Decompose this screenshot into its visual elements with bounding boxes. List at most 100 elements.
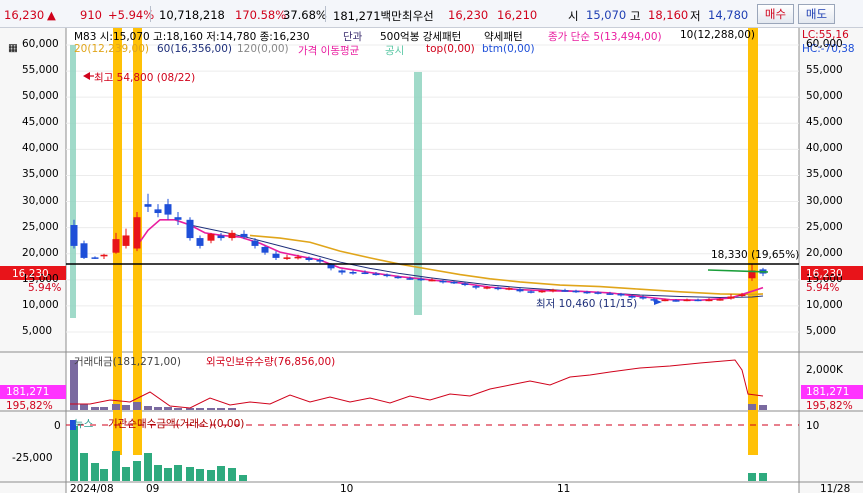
volume-tag-text: 181,271 bbox=[6, 386, 50, 398]
legend-foreign: 외국인보유수량(76,856,00) bbox=[206, 356, 336, 368]
volume-bar bbox=[133, 402, 141, 410]
volume-ratio: 170.58% bbox=[235, 8, 287, 22]
open-price: 15,070 bbox=[586, 8, 627, 22]
y-tick-left: 55,000 bbox=[22, 64, 59, 77]
institution-flow-bar bbox=[122, 467, 130, 481]
institution-flow-bar bbox=[239, 475, 247, 481]
y-tick-left: 5,000 bbox=[22, 325, 53, 337]
turnover: 37.68% bbox=[283, 8, 327, 22]
volume-bar bbox=[91, 407, 99, 410]
volume-bar bbox=[207, 408, 215, 410]
quote-bar: 16,230 ▲ 910 +5.94% 10,718,218 170.58% 3… bbox=[0, 0, 863, 28]
institution-flow-bar bbox=[217, 466, 225, 481]
sell-button[interactable]: 매도 bbox=[798, 4, 835, 24]
y-tick-left: 20,000 bbox=[22, 246, 59, 259]
y-tick-right: 10,000 bbox=[806, 298, 843, 311]
institution-flow-bar bbox=[196, 469, 204, 481]
y-tick-left: 45,000 bbox=[22, 116, 59, 129]
candlestick bbox=[186, 217, 194, 241]
legend-500: 500억봉 강세패턴 bbox=[380, 31, 462, 43]
highlight-band bbox=[70, 45, 76, 318]
right-price-tag: 16,230 bbox=[806, 268, 843, 280]
y-tick-left: 30,000 bbox=[22, 194, 59, 207]
legend-danga: 단과 bbox=[343, 31, 363, 43]
legend-gongsi: 공시 bbox=[385, 45, 405, 57]
institution-flow-bar bbox=[80, 453, 88, 481]
legend-btm: btm(0,00) bbox=[482, 43, 535, 55]
legend-ma10: 10(12,288,00) bbox=[680, 29, 755, 41]
volume-tick: 2,000K bbox=[806, 364, 843, 376]
left-pct: 5.94% bbox=[28, 282, 62, 294]
legend-news: 뉴스 bbox=[74, 418, 94, 430]
institution-flow-bar bbox=[207, 470, 215, 481]
left-price-tag: 16,230 bbox=[12, 268, 49, 280]
x-label-nov: 11 bbox=[557, 483, 571, 495]
institution-flow-bar bbox=[748, 473, 756, 481]
best-ask-label: 최우선 bbox=[402, 9, 434, 23]
high-annotation: 최고 54,800 (08/22) bbox=[94, 72, 196, 84]
volume-bar bbox=[748, 404, 756, 410]
volume-tag-right-text: 181,271 bbox=[806, 386, 850, 398]
institution-flow-bar bbox=[154, 465, 162, 481]
volume-bar bbox=[154, 407, 162, 410]
price-change: 910 bbox=[80, 8, 102, 22]
x-label-aug: 2024/08 bbox=[70, 483, 114, 495]
legend-ma120: 120(0,00) bbox=[237, 43, 289, 55]
legend-ma5: 종가 단순 5(13,494,00) bbox=[548, 31, 662, 43]
institution-flow-bar bbox=[112, 451, 120, 481]
y-tick-right: 5,000 bbox=[806, 325, 837, 337]
volume-bar bbox=[80, 404, 88, 410]
flow-tick-1: -25,000 bbox=[12, 452, 53, 464]
institution-flow-bar bbox=[133, 461, 141, 481]
legend-ma60: 60(16,356,00) bbox=[157, 43, 232, 55]
divider bbox=[325, 6, 326, 22]
legend-ma20: 20(12,239,00) bbox=[74, 43, 149, 55]
y-tick-right: 40,000 bbox=[806, 142, 843, 155]
volume-bar bbox=[164, 407, 172, 410]
y-tick-left: 50,000 bbox=[22, 90, 59, 103]
high-price: 18,160 bbox=[648, 8, 689, 22]
legend-weak: 약세패턴 bbox=[484, 31, 523, 43]
volume-bar bbox=[122, 405, 130, 410]
low-price: 14,780 bbox=[708, 8, 749, 22]
institution-flow-bar bbox=[228, 468, 236, 481]
highlight-band bbox=[748, 28, 758, 455]
volume-bar bbox=[100, 407, 108, 410]
institution-flow-bar bbox=[759, 473, 767, 481]
institution-flow-bar bbox=[70, 426, 78, 481]
y-tick-right: 35,000 bbox=[806, 168, 843, 181]
y-tick-right: 25,000 bbox=[806, 220, 843, 233]
current-price: 16,230 bbox=[4, 8, 45, 22]
legend-top: top(0,00) bbox=[426, 43, 475, 55]
y-tick-right: 60,000 bbox=[806, 38, 843, 50]
legend-ma-label: 가격 이동평균 bbox=[298, 45, 360, 57]
y-tick-left: 10,000 bbox=[22, 298, 59, 311]
trade-amount: 181,271백만 bbox=[333, 9, 402, 23]
institution-flow-bar bbox=[174, 465, 182, 481]
volume-bar bbox=[228, 408, 236, 410]
volume-bar bbox=[144, 406, 152, 410]
chart-area[interactable]: ▦ M83 시:15,070 고:18,160 저:14,780 종:16,23… bbox=[0, 28, 863, 495]
y-tick-left: 35,000 bbox=[22, 168, 59, 181]
low-label: 저 bbox=[690, 9, 701, 23]
grid-icon[interactable]: ▦ bbox=[8, 42, 18, 54]
open-label: 시 bbox=[568, 9, 579, 23]
target-annotation: 18,330 (19,65%) bbox=[711, 249, 800, 261]
x-label-sep: 09 bbox=[146, 483, 160, 495]
flow-tick-0: 0 bbox=[54, 420, 61, 432]
up-arrow-icon: ▲ bbox=[47, 8, 56, 22]
candlestick bbox=[133, 211, 141, 252]
x-label-oct: 10 bbox=[340, 483, 354, 495]
volume: 10,718,218 bbox=[159, 8, 225, 22]
y-tick-right: 45,000 bbox=[806, 116, 843, 129]
volume-bar bbox=[174, 408, 182, 410]
best-bid: 16,210 bbox=[497, 8, 538, 22]
y-tick-right: 50,000 bbox=[806, 90, 843, 103]
y-tick-left: 25,000 bbox=[22, 220, 59, 233]
y-tick-right: 30,000 bbox=[806, 194, 843, 207]
legend-volume: 거래대금(181,271,00) bbox=[74, 356, 181, 368]
buy-button[interactable]: 매수 bbox=[757, 4, 794, 24]
volume-bar bbox=[112, 404, 120, 410]
legend-institution: 기관순매수금액(거래소)(0,00) bbox=[108, 418, 245, 430]
volume-pct-right: 195,82% bbox=[806, 400, 853, 412]
